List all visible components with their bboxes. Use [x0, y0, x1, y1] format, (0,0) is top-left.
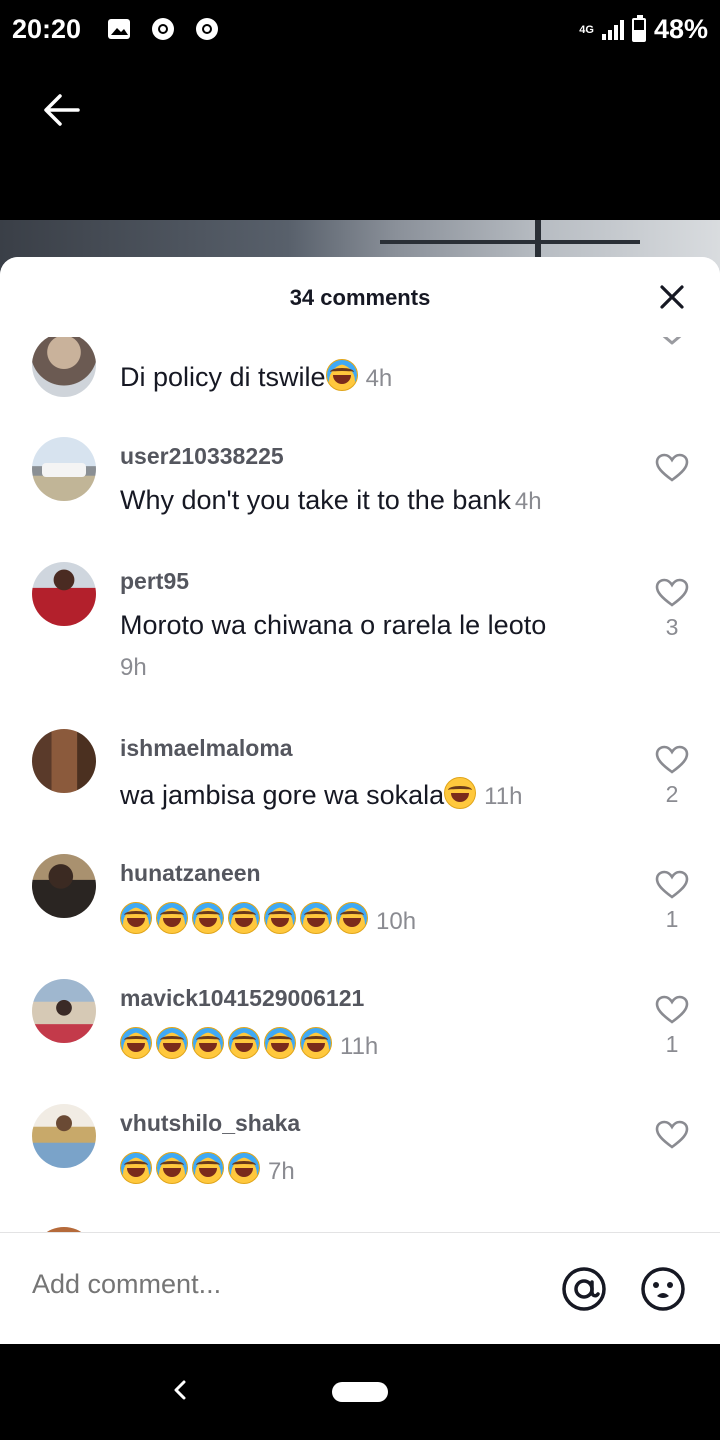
comment-username[interactable]: ishmaelmaloma — [120, 735, 293, 762]
battery-fill — [633, 29, 644, 40]
nav-back-icon[interactable] — [166, 1376, 194, 1404]
like-count: 1 — [665, 906, 679, 932]
tears-of-joy-emoji — [192, 1152, 224, 1184]
comment-text: Di policy di tswile 4h — [120, 359, 392, 393]
heart-outline-icon — [655, 453, 689, 482]
at-sign-icon[interactable] — [560, 1265, 608, 1313]
tears-of-joy-emoji — [120, 1027, 152, 1059]
comment-item[interactable]: hunatzaneen 10h 1 — [0, 854, 720, 974]
comment-item[interactable]: pert95 Moroto wa chiwana o rarela le leo… — [0, 562, 720, 722]
chrome-notification-icon-2 — [196, 18, 218, 40]
battery-percent: 48% — [653, 14, 708, 44]
comment-username[interactable]: vhutshilo_shaka — [120, 1110, 300, 1137]
tears-of-joy-emoji — [228, 1027, 260, 1059]
top-nav — [0, 60, 720, 220]
comment-text: 10h — [120, 902, 416, 936]
grinning-sweat-emoji — [444, 777, 477, 809]
tears-of-joy-emoji — [300, 902, 332, 934]
like-count: 3 — [665, 614, 679, 640]
heart-outline-icon — [655, 1120, 689, 1149]
like-button[interactable] — [652, 1120, 692, 1156]
like-button[interactable]: 2 — [652, 745, 692, 808]
tears-of-joy-emoji — [120, 902, 152, 934]
network-type-label: 4G — [579, 23, 594, 36]
home-pill[interactable] — [332, 1382, 388, 1402]
comment-item[interactable]: vhutshilo_shaka 7h — [0, 1104, 720, 1224]
comment-text: Why don't you take it to the bank 4h — [120, 485, 542, 515]
comment-item[interactable]: Di policy di tswile 4h — [0, 337, 720, 397]
close-icon[interactable] — [658, 283, 686, 311]
comment-time: 4h — [365, 365, 393, 392]
comment-time: 10h — [376, 908, 417, 935]
avatar[interactable] — [32, 854, 96, 918]
comment-time: 11h — [340, 1033, 379, 1060]
tears-of-joy-emoji — [336, 902, 368, 934]
add-comment-input[interactable] — [32, 1269, 512, 1300]
comment-item[interactable]: ishmaelmaloma wa jambisa gore wa sokala 1… — [0, 729, 720, 849]
tears-of-joy-emoji — [192, 902, 224, 934]
like-button[interactable] — [652, 453, 692, 489]
heart-outline-icon — [655, 870, 689, 899]
heart-outline-icon — [655, 745, 689, 774]
chevron-down-icon — [662, 337, 682, 345]
system-nav-bar — [0, 1344, 720, 1440]
sheet-header: 34 comments — [0, 257, 720, 337]
avatar[interactable] — [32, 337, 96, 397]
comment-username[interactable]: user210338225 — [120, 443, 284, 470]
gallery-notification-icon — [108, 19, 130, 39]
tears-of-joy-emoji — [228, 902, 260, 934]
back-arrow-icon[interactable] — [40, 88, 84, 132]
status-time: 20:20 — [12, 14, 82, 44]
tears-of-joy-emoji — [325, 359, 358, 391]
tears-of-joy-emoji — [156, 1027, 188, 1059]
smiley-icon[interactable] — [639, 1265, 687, 1313]
like-count: 1 — [665, 1031, 679, 1057]
chrome-notification-icon — [152, 18, 174, 40]
battery-icon — [631, 14, 646, 42]
avatar[interactable] — [32, 1104, 96, 1168]
comment-text: 7h — [120, 1152, 295, 1186]
tears-of-joy-emoji — [300, 1027, 332, 1059]
avatar[interactable] — [32, 979, 96, 1043]
heart-outline-icon — [655, 578, 689, 607]
comment-username[interactable]: pert95 — [120, 568, 189, 595]
like-button[interactable] — [652, 337, 692, 347]
tears-of-joy-emoji — [120, 1152, 152, 1184]
tears-of-joy-emoji — [264, 1027, 296, 1059]
comment-time: 9h — [120, 654, 147, 681]
comments-count-title: 34 comments — [289, 285, 431, 310]
signal-icon — [601, 19, 624, 40]
comment-text: wa jambisa gore wa sokala 11h — [120, 777, 522, 811]
tears-of-joy-emoji — [264, 902, 296, 934]
like-button[interactable]: 1 — [652, 995, 692, 1058]
comment-item[interactable]: user210338225 Why don't you take it to t… — [0, 437, 720, 557]
comment-list[interactable]: Di policy di tswile 4h user210338225 Why … — [0, 337, 720, 1232]
avatar[interactable] — [32, 729, 96, 793]
comment-text: Moroto wa chiwana o rarela le leoto — [120, 610, 547, 640]
comments-sheet: 34 comments Di policy di tswile 4h user21… — [0, 257, 720, 1344]
like-button[interactable]: 3 — [652, 578, 692, 641]
comment-username[interactable]: hunatzaneen — [120, 860, 261, 887]
avatar[interactable] — [32, 562, 96, 626]
status-right: 4G 48% — [579, 14, 708, 45]
comment-item[interactable]: mavick1041529006121 11h 1 — [0, 979, 720, 1099]
status-bar: 20:20 4G 48% — [0, 0, 720, 60]
tears-of-joy-emoji — [192, 1027, 224, 1059]
heart-outline-icon — [655, 995, 689, 1024]
comment-time: 7h — [268, 1158, 295, 1185]
comment-text: 11h — [120, 1027, 378, 1061]
comment-time: 4h — [514, 488, 542, 515]
avatar[interactable] — [32, 437, 96, 501]
tears-of-joy-emoji — [228, 1152, 260, 1184]
comment-username[interactable]: mavick1041529006121 — [120, 985, 364, 1012]
tears-of-joy-emoji — [156, 1152, 188, 1184]
like-button[interactable]: 1 — [652, 870, 692, 933]
comment-composer — [0, 1232, 720, 1344]
tears-of-joy-emoji — [156, 902, 188, 934]
like-count: 2 — [665, 781, 679, 807]
comment-time: 11h — [484, 783, 523, 810]
